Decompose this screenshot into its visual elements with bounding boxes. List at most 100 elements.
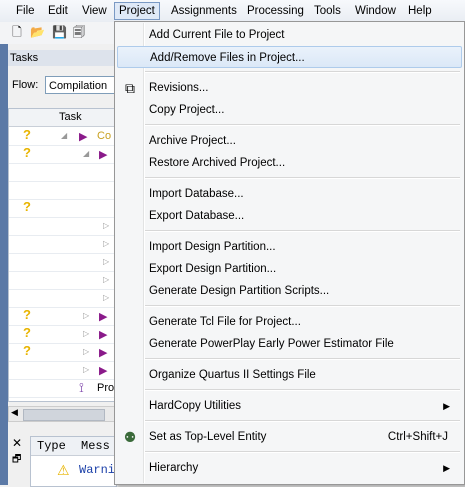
- menu-tools[interactable]: Tools: [310, 3, 345, 19]
- warning-message[interactable]: Warni: [79, 463, 115, 477]
- expand-arrow-icon[interactable]: ▷: [103, 275, 109, 284]
- menu-view[interactable]: View: [78, 3, 111, 19]
- task-row[interactable]: [9, 181, 116, 200]
- menu-separator: [145, 71, 460, 73]
- add-current-file-item[interactable]: Add Current File to Project: [117, 24, 462, 46]
- play-icon: ▶: [99, 329, 108, 341]
- expand-arrow-icon[interactable]: ▷: [103, 221, 109, 230]
- menu-item-shortcut: Ctrl+Shift+J: [387, 431, 448, 443]
- task-column-header[interactable]: Task: [59, 111, 82, 123]
- hierarchy-item[interactable]: Hierarchy ▶: [117, 457, 462, 479]
- generate-powerplay-file-item[interactable]: Generate PowerPlay Early Power Estimator…: [117, 333, 462, 355]
- task-row[interactable]: ▷: [9, 217, 116, 236]
- task-row[interactable]: ?: [9, 199, 116, 218]
- menu-separator: [145, 305, 460, 307]
- menu-separator: [145, 358, 460, 360]
- import-design-partition-item[interactable]: Import Design Partition...: [117, 236, 462, 258]
- expand-arrow-icon[interactable]: ▷: [83, 329, 89, 338]
- menu-item-label: Export Design Partition...: [149, 263, 277, 275]
- menu-item-label: Import Database...: [149, 188, 244, 200]
- task-row[interactable]: ? ▷ ▶: [9, 343, 116, 362]
- expand-arrow-icon[interactable]: ▷: [103, 239, 109, 248]
- expand-arrow-icon[interactable]: ▷: [83, 311, 89, 320]
- expand-arrow-icon[interactable]: ◢: [83, 149, 89, 158]
- export-database-item[interactable]: Export Database...: [117, 205, 462, 227]
- toolbar: 🗋 📂 💾 🗐: [0, 22, 115, 44]
- expand-arrow-icon[interactable]: ▷: [103, 257, 109, 266]
- export-design-partition-item[interactable]: Export Design Partition...: [117, 258, 462, 280]
- menu-file[interactable]: File: [12, 3, 39, 19]
- tasks-grid: Task ? ◢ ▶ Co ? ◢ ▶ ? ▷ ▷ ▷ ▷ ▷ ? ▷ ▶ ? …: [8, 108, 117, 402]
- set-top-level-entity-item[interactable]: ⚉ Set as Top-Level Entity Ctrl+Shift+J: [117, 426, 462, 448]
- task-row[interactable]: ⟟ Pro: [9, 379, 116, 398]
- generate-partition-scripts-item[interactable]: Generate Design Partition Scripts...: [117, 280, 462, 302]
- expand-arrow-icon[interactable]: ◢: [61, 131, 67, 140]
- pin-icon[interactable]: 🗗: [12, 452, 21, 469]
- menu-item-label: Revisions...: [149, 82, 209, 94]
- menu-window[interactable]: Window: [351, 3, 400, 19]
- add-remove-files-item[interactable]: Add/Remove Files in Project...: [117, 46, 462, 68]
- menu-item-label: Generate Design Partition Scripts...: [149, 285, 330, 297]
- generate-tcl-file-item[interactable]: Generate Tcl File for Project...: [117, 311, 462, 333]
- menu-item-label: Copy Project...: [149, 104, 225, 116]
- menu-item-label: Restore Archived Project...: [149, 157, 286, 169]
- menu-separator: [145, 451, 460, 453]
- task-row[interactable]: ▷: [9, 271, 116, 290]
- task-row[interactable]: ? ◢ ▶ Co: [9, 127, 116, 146]
- menu-processing[interactable]: Processing: [243, 3, 308, 19]
- horizontal-scrollbar[interactable]: ◀: [8, 406, 115, 422]
- save-all-icon[interactable]: 🗐: [72, 25, 86, 39]
- menu-item-label: Add/Remove Files in Project...: [150, 52, 305, 64]
- expand-arrow-icon[interactable]: ▷: [83, 365, 89, 374]
- menu-item-label: Generate Tcl File for Project...: [149, 316, 301, 328]
- task-row[interactable]: ▷: [9, 253, 116, 272]
- task-row[interactable]: ▷ ▶: [9, 361, 116, 380]
- task-row[interactable]: ? ◢ ▶: [9, 145, 116, 164]
- scroll-left-icon[interactable]: ◀: [11, 407, 18, 418]
- messages-panel: Type Mess ⚠ Warni: [30, 436, 117, 487]
- import-database-item[interactable]: Import Database...: [117, 183, 462, 205]
- open-folder-icon[interactable]: 📂: [30, 25, 45, 39]
- task-row[interactable]: ▷: [9, 289, 116, 308]
- play-icon: ▶: [99, 311, 108, 323]
- new-file-icon[interactable]: 🗋: [10, 25, 24, 39]
- menu-item-label: Organize Quartus II Settings File: [149, 369, 316, 381]
- messages-header: Type Mess: [31, 437, 116, 456]
- submenu-arrow-icon: ▶: [443, 463, 450, 473]
- menu-item-label: Export Database...: [149, 210, 245, 222]
- menu-separator: [145, 177, 460, 179]
- task-row[interactable]: ▷: [9, 235, 116, 254]
- warning-icon: ⚠: [57, 464, 70, 480]
- close-icon[interactable]: ✕: [12, 436, 22, 450]
- programmer-icon: ⟟: [79, 380, 84, 395]
- hardcopy-utilities-item[interactable]: HardCopy Utilities ▶: [117, 395, 462, 417]
- copy-project-item[interactable]: Copy Project...: [117, 99, 462, 121]
- expand-arrow-icon[interactable]: ▷: [103, 293, 109, 302]
- hierarchy-entity-icon: ⚉: [123, 429, 137, 445]
- menu-item-label: Set as Top-Level Entity: [149, 431, 267, 443]
- flow-select[interactable]: Compilation: [45, 76, 115, 94]
- menu-item-label: Import Design Partition...: [149, 241, 276, 253]
- menu-item-label: Add Current File to Project: [149, 29, 285, 41]
- task-row[interactable]: ? ▷ ▶: [9, 325, 116, 344]
- save-icon[interactable]: 💾: [52, 25, 67, 39]
- menu-project[interactable]: Project: [114, 2, 160, 20]
- play-icon: ▶: [99, 149, 108, 161]
- status-unknown-icon: ?: [23, 127, 31, 142]
- menu-assignments[interactable]: Assignments: [167, 3, 241, 19]
- menu-item-label: HardCopy Utilities: [149, 400, 242, 412]
- menu-help[interactable]: Help: [404, 3, 436, 19]
- task-label: Pro: [97, 382, 115, 394]
- task-row[interactable]: ? ▷ ▶: [9, 307, 116, 326]
- revisions-item[interactable]: ⧉ Revisions...: [117, 77, 462, 99]
- scroll-thumb[interactable]: [23, 409, 105, 421]
- organize-settings-file-item[interactable]: Organize Quartus II Settings File: [117, 364, 462, 386]
- task-row[interactable]: [9, 163, 116, 182]
- restore-archived-project-item[interactable]: Restore Archived Project...: [117, 152, 462, 174]
- archive-project-item[interactable]: Archive Project...: [117, 130, 462, 152]
- expand-arrow-icon[interactable]: ▷: [83, 347, 89, 356]
- status-unknown-icon: ?: [23, 325, 31, 340]
- type-column-header[interactable]: Type: [37, 439, 66, 453]
- message-column-header[interactable]: Mess: [81, 439, 110, 453]
- menu-edit[interactable]: Edit: [44, 3, 72, 19]
